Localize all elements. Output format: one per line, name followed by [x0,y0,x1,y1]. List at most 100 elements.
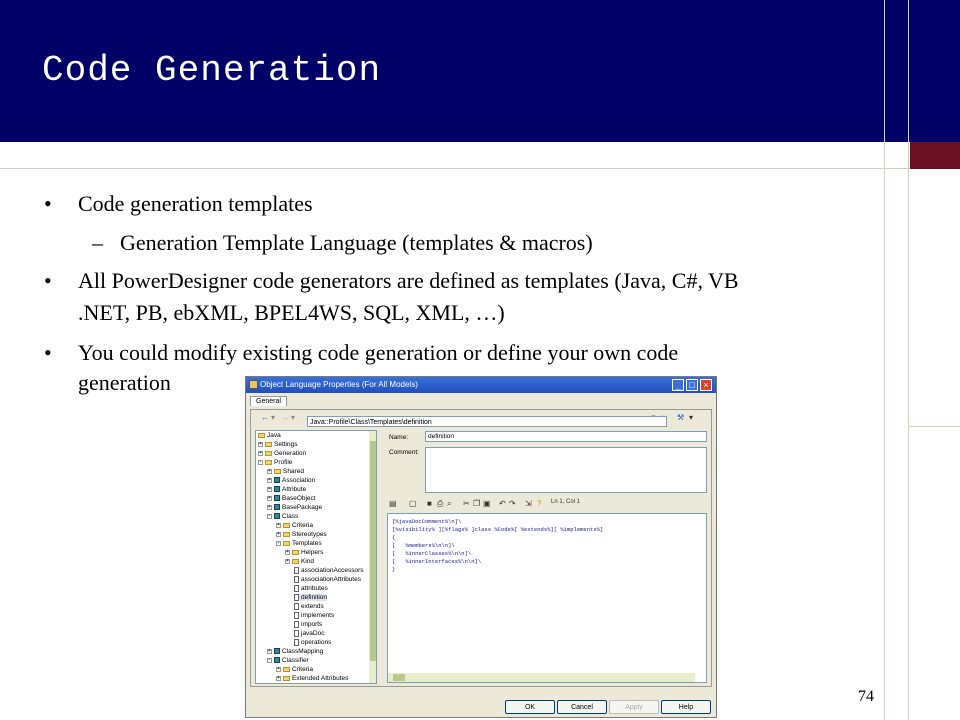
metaclass-icon [274,648,280,655]
save-icon[interactable]: ■ [427,499,432,508]
new-icon[interactable]: ▢ [409,499,417,508]
close-button[interactable]: × [700,379,712,391]
tree-item[interactable]: attributes [294,585,328,592]
template-icon [294,639,299,646]
ok-button[interactable]: OK [505,700,555,714]
bullet-glyph: • [44,268,52,293]
dropdown-icon[interactable]: ▾ [689,413,693,422]
banner-strip [885,0,908,142]
forward-arrow-icon[interactable]: → [281,413,289,422]
dialog-titlebar[interactable]: Object Language Properties (For All Mode… [246,377,716,393]
tree-item[interactable]: - Templates [276,540,322,547]
print-icon[interactable]: ⎙ [437,499,443,509]
back-arrow-icon[interactable]: ← [261,413,269,422]
tree-scrollbar-thumb[interactable] [370,441,376,661]
cut-icon[interactable]: ✂ [463,499,470,508]
apply-button[interactable]: Apply [609,700,659,714]
bullet-glyph: • [44,191,52,216]
tree-item[interactable]: extends [294,603,324,610]
help-button[interactable]: Help [661,700,711,714]
expand-icon: + [267,503,272,510]
tree-item[interactable]: + Kind [285,558,314,565]
tree-item-selected[interactable]: definition [294,594,328,602]
path-field[interactable]: Java::Profile\Class\Templates\definition [307,416,667,427]
maximize-button[interactable]: □ [686,379,698,391]
tree-item[interactable]: associationAccessors [294,567,364,574]
tree-item[interactable]: - Profile [258,459,292,466]
tree-item[interactable]: + ClassMapping [267,648,323,655]
metaclass-icon [274,504,280,511]
metaclass-icon [274,477,280,484]
tools-icon[interactable]: ⚒ [677,413,684,422]
expand-icon: + [267,647,272,654]
object-tree[interactable]: Java + Settings + Generation - Profile + Sha… [255,430,377,684]
tree-item[interactable]: - Classifier [267,657,309,664]
collapse-icon: - [276,539,281,546]
tree-item[interactable]: + Extended Attributes [276,675,348,682]
metaclass-icon [274,657,280,664]
dialog-title: Object Language Properties (For All Mode… [260,380,418,389]
expand-icon: + [276,665,281,672]
redo-icon[interactable]: ↷ [509,499,516,508]
tree-item[interactable]: + Shared [267,468,304,475]
variable-icon[interactable]: ⇲ [525,499,532,508]
bullet-text: Code generation templates [78,191,313,216]
undo-icon[interactable]: ↶ [499,499,506,508]
dropdown-icon[interactable]: ▾ [291,413,295,422]
code-line: [ %innerClasses%\n\n]\ [392,550,472,557]
properties-icon[interactable]: ▤ [389,499,397,508]
tree-item[interactable]: + Stereotypes [276,531,327,538]
tree-item[interactable]: imports [294,621,322,628]
folder-icon [265,441,272,447]
app-icon [249,380,258,389]
template-code-editor[interactable]: [%javaDocComment%\n]\ [%visibility% ][%f… [387,513,707,683]
tree-item[interactable]: + Generation [258,450,306,457]
tree-item[interactable]: + Association [267,477,315,484]
tree-item[interactable]: + Settings [258,441,298,448]
code-line: [ %innerInterfaces%\n\n]\ [392,558,482,565]
editor-horizontal-scrollbar[interactable] [388,673,695,682]
bullet-text: All PowerDesigner code generators are de… [78,268,739,293]
tree-item[interactable]: + Criteria [276,522,313,529]
expand-icon: + [258,440,263,447]
tree-item[interactable]: - Class [267,513,298,520]
dropdown-icon[interactable]: ▾ [271,413,275,422]
find-icon[interactable]: ⌕ [447,499,451,509]
tree-item[interactable]: + BaseObject [267,495,316,502]
tree-item[interactable]: javaDoc [294,630,324,637]
minimize-button[interactable]: _ [672,379,684,391]
name-field[interactable]: definition [425,431,707,442]
editor-scrollbar-thumb[interactable] [393,674,405,681]
divider-horizontal [908,426,960,427]
divider-vertical [884,0,885,720]
tree-item[interactable]: + Attribute [267,486,306,493]
metaclass-icon [274,486,280,493]
folder-icon [283,540,290,546]
bullet-text-continued: .NET, PB, ebXML, BPEL4WS, SQL, XML, …) [78,300,505,325]
tree-item[interactable]: Java [258,432,281,439]
accent-block [910,142,960,169]
bullet-item: • All PowerDesigner code generators are … [44,264,739,298]
expand-icon: + [276,674,281,681]
help-icon[interactable]: ? [537,499,541,508]
dash-glyph: – [92,230,103,255]
tree-item[interactable]: + Criteria [276,666,313,673]
bullet-glyph: • [44,340,52,365]
paste-icon[interactable]: ▣ [483,499,491,508]
cancel-button[interactable]: Cancel [557,700,607,714]
copy-icon[interactable]: ❐ [473,499,480,508]
collapse-icon: - [267,512,272,519]
tree-item[interactable]: associationAttributes [294,576,361,583]
expand-icon: + [258,449,263,456]
comment-field[interactable] [425,447,707,493]
tree-item[interactable]: operations [294,639,331,646]
tab-general[interactable]: General [250,396,287,406]
tree-item[interactable]: + BasePackage [267,504,322,511]
tree-item[interactable]: implements [294,612,334,619]
template-icon [294,603,299,610]
code-line: [%javaDocComment%\n]\ [392,518,462,525]
tree-item[interactable]: + Helpers [285,549,323,556]
folder-icon [274,468,281,474]
code-line: { [392,534,396,541]
object-language-dialog: Object Language Properties (For All Mode… [245,376,717,718]
